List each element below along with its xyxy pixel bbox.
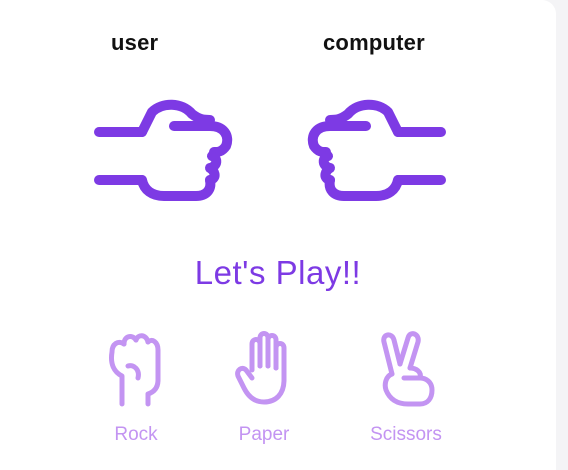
rock-label: Rock [114,424,158,445]
scissors-hand-icon [381,331,435,407]
rock-choice-button[interactable]: Rock [81,330,191,450]
game-card: user computer Let's Play!! Rock Paper Sc… [0,0,556,470]
game-status-text: Let's Play!! [194,254,362,291]
user-fist-icon [94,99,233,201]
scissors-label: Scissors [370,424,442,445]
computer-label: computer [323,30,425,55]
paper-choice-button[interactable]: Paper [209,330,319,450]
rock-hand-icon [109,333,161,407]
paper-hand-icon [235,331,287,405]
paper-label: Paper [238,424,290,445]
computer-fist-icon [307,99,446,201]
scissors-choice-button[interactable]: Scissors [351,330,461,450]
user-label: user [111,30,159,55]
